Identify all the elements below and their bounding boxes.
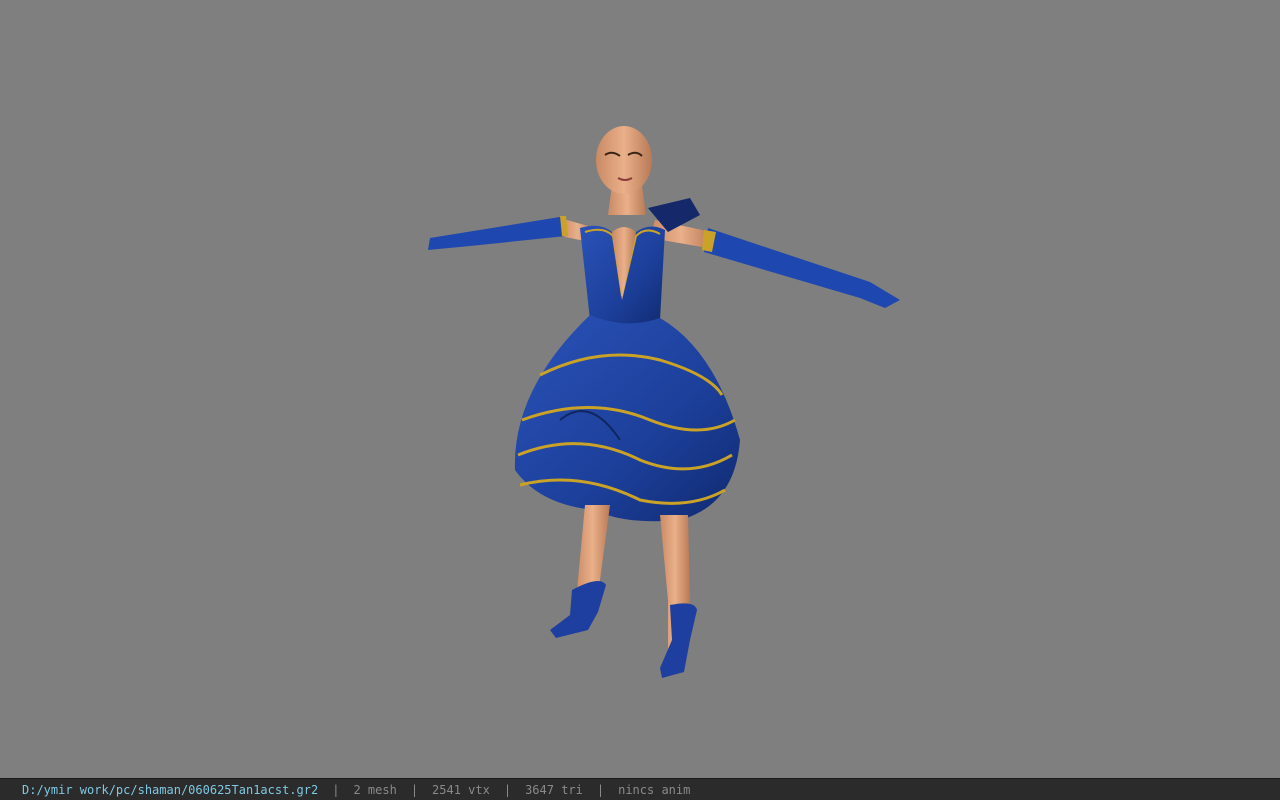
separator: | [410,782,419,797]
3d-viewport[interactable] [0,0,1280,778]
vertex-count: 2541 vtx [432,782,490,797]
separator: | [596,782,605,797]
animation-status: nincs anim [618,782,691,797]
skirt [514,315,740,522]
separator: | [503,782,512,797]
status-bar: D:/ymir work/pc/shaman/060625Tan1acst.gr… [0,778,1280,800]
head [596,126,652,194]
right-glove [704,228,900,308]
left-glove [428,216,566,250]
mesh-count: 2 mesh [353,782,397,797]
right-shoe [660,603,697,678]
left-shoe [550,581,606,638]
triangle-count: 3647 tri [525,782,583,797]
separator: | [332,782,340,797]
character-model [428,126,900,678]
file-path: D:/ymir work/pc/shaman/060625Tan1acst.gr… [22,782,319,797]
